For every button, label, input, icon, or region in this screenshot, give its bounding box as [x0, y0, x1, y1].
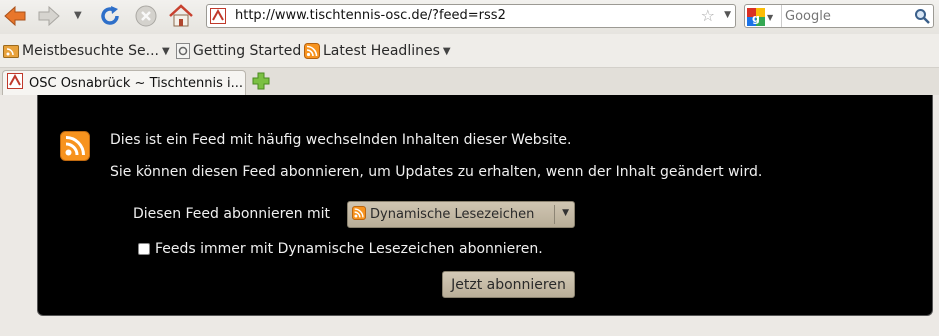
- folder-rss-icon: [3, 43, 19, 59]
- always-use-checkbox[interactable]: [138, 243, 150, 255]
- subscribe-with-label: Diesen Feed abonnieren mit: [133, 206, 331, 222]
- bookmark-label: Latest Headlines: [323, 43, 440, 59]
- search-input[interactable]: [785, 7, 910, 25]
- feed-reader-selected-value: Dynamische Lesezeichen: [370, 207, 535, 222]
- feed-subscribe-panel: Dies ist ein Feed mit häufig wechselnden…: [37, 95, 933, 316]
- url-bar[interactable]: http://www.tischtennis-osc.de/?feed=rss2…: [206, 4, 736, 28]
- site-favicon-icon: [210, 8, 226, 28]
- feed-info-line-2: Sie können diesen Feed abonnieren, um Up…: [110, 164, 763, 180]
- reload-button[interactable]: [97, 4, 123, 28]
- rss-feed-large-icon: [60, 131, 90, 165]
- google-icon: g: [747, 8, 765, 26]
- page-content: Dies ist ein Feed mit häufig wechselnden…: [0, 95, 939, 336]
- home-button[interactable]: [168, 4, 194, 28]
- bookmark-label: Meistbesuchte Se...: [22, 43, 160, 59]
- bookmark-dropdown-icon: ▼: [162, 45, 170, 57]
- always-use-label: Feeds immer mit Dynamische Lesezeichen a…: [155, 241, 543, 257]
- subscribe-now-button[interactable]: Jetzt abonnieren: [442, 271, 575, 298]
- back-arrow-icon: [4, 5, 26, 27]
- search-bar[interactable]: g ▼: [744, 4, 934, 28]
- bookmark-star-icon[interactable]: ☆: [701, 6, 715, 25]
- bookmark-getting-started[interactable]: Getting Started: [176, 43, 301, 59]
- page-icon: [176, 43, 190, 59]
- search-separator: [781, 5, 782, 27]
- home-icon: [169, 4, 193, 27]
- tab-favicon-icon: [7, 73, 23, 93]
- feed-info-line-1: Dies ist ein Feed mit häufig wechselnden…: [110, 132, 572, 148]
- tab-title: OSC Osnabrück ~ Tischtennis i...: [29, 75, 243, 91]
- history-dropdown-icon[interactable]: ▼: [74, 10, 82, 21]
- search-magnifier-icon[interactable]: [914, 8, 930, 28]
- bookmarks-toolbar: Meistbesuchte Se... ▼ Getting Started La…: [0, 34, 939, 68]
- new-tab-plus-icon[interactable]: [252, 72, 270, 94]
- navigation-toolbar: ▼ http://www.tischtennis-osc.de/?feed=rs…: [0, 0, 939, 34]
- reload-icon: [101, 6, 119, 25]
- forward-button[interactable]: [36, 4, 62, 28]
- bookmark-latest-headlines[interactable]: Latest Headlines ▼: [304, 43, 451, 59]
- forward-arrow-icon: [38, 5, 60, 27]
- select-divider: [554, 205, 555, 224]
- bookmark-label: Getting Started: [193, 43, 302, 59]
- stop-button[interactable]: [133, 4, 159, 28]
- stop-icon: [135, 5, 157, 27]
- tab-osc-osnabrueck[interactable]: OSC Osnabrück ~ Tischtennis i...: [2, 70, 246, 95]
- rss-feed-icon: [304, 43, 320, 59]
- chevron-down-icon: ▼: [562, 208, 569, 218]
- url-history-dropdown-icon[interactable]: ▼: [724, 10, 731, 20]
- feed-reader-select[interactable]: Dynamische Lesezeichen ▼: [347, 201, 575, 228]
- bookmark-most-visited[interactable]: Meistbesuchte Se... ▼: [3, 43, 170, 59]
- live-bookmark-rss-icon: [352, 205, 366, 224]
- engine-dropdown-icon: ▼: [767, 12, 774, 22]
- always-use-option[interactable]: Feeds immer mit Dynamische Lesezeichen a…: [138, 241, 543, 257]
- tab-bar: OSC Osnabrück ~ Tischtennis i...: [0, 68, 939, 95]
- svg-text:g: g: [752, 12, 760, 25]
- bookmark-dropdown-icon: ▼: [442, 45, 451, 57]
- back-button[interactable]: [2, 4, 28, 28]
- url-text[interactable]: http://www.tischtennis-osc.de/?feed=rss2: [235, 8, 506, 23]
- search-engine-selector[interactable]: g ▼: [747, 8, 773, 26]
